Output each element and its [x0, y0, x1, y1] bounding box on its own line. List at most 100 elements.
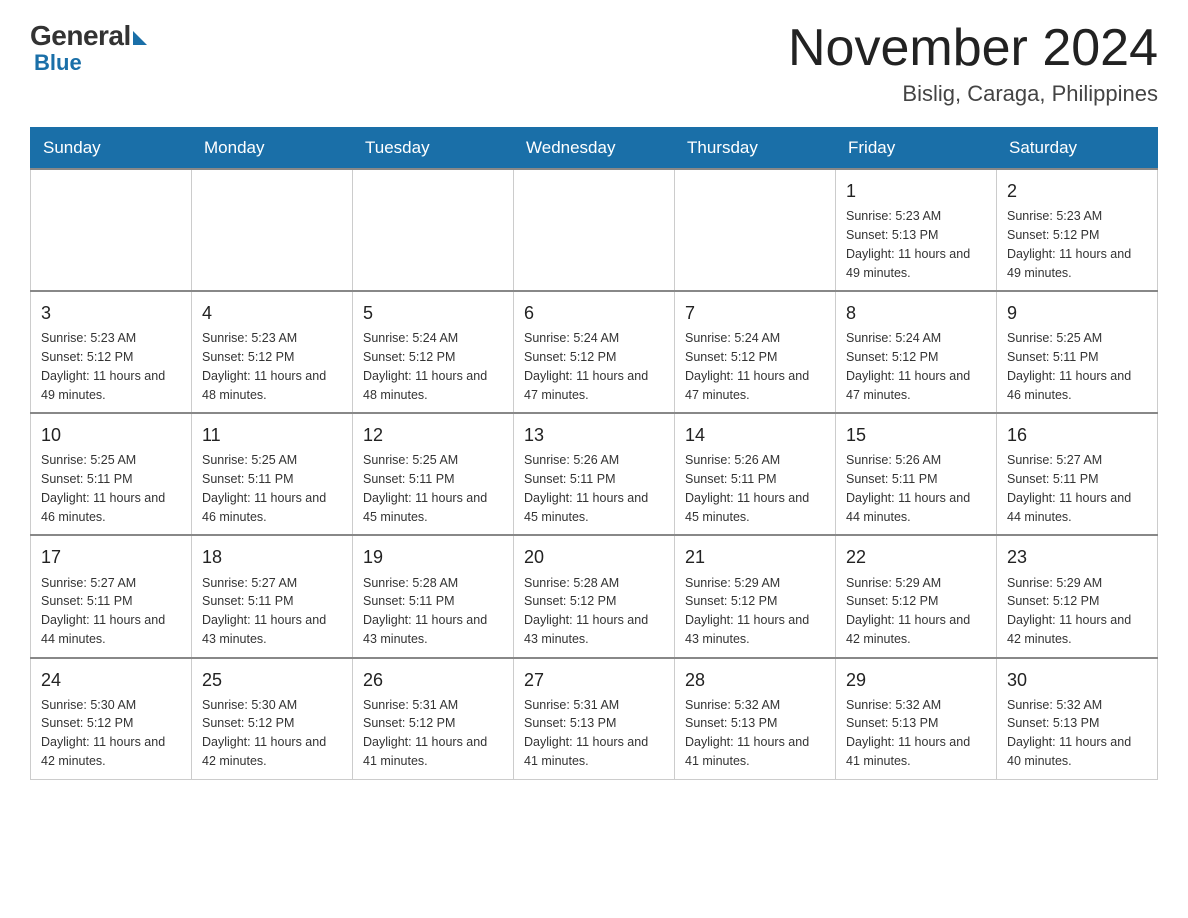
- logo-general-text: General: [30, 20, 131, 52]
- calendar-cell: [675, 169, 836, 291]
- calendar-week-row: 17 Sunrise: 5:27 AMSunset: 5:11 PMDayligh…: [31, 535, 1158, 657]
- day-number: 20: [524, 544, 664, 570]
- day-info: Sunrise: 5:23 AMSunset: 5:12 PMDaylight:…: [41, 329, 181, 404]
- calendar-cell: 1 Sunrise: 5:23 AMSunset: 5:13 PMDaylight…: [836, 169, 997, 291]
- day-number: 27: [524, 667, 664, 693]
- calendar-cell: 16Sunrise: 5:27 AMSunset: 5:11 PMDayligh…: [997, 413, 1158, 535]
- calendar-cell: 17 Sunrise: 5:27 AMSunset: 5:11 PMDayligh…: [31, 535, 192, 657]
- day-info: Sunrise: 5:24 AMSunset: 5:12 PMDaylight:…: [685, 329, 825, 404]
- day-info: Sunrise: 5:27 AMSunset: 5:11 PMDaylight:…: [41, 574, 181, 649]
- calendar-cell: [353, 169, 514, 291]
- calendar-cell: 28 Sunrise: 5:32 AMSunset: 5:13 PMDayligh…: [675, 658, 836, 780]
- day-info: Sunrise: 5:29 AMSunset: 5:12 PMDaylight:…: [1007, 574, 1147, 649]
- day-info: Sunrise: 5:27 AMSunset: 5:11 PMDaylight:…: [202, 574, 342, 649]
- calendar-cell: 23 Sunrise: 5:29 AMSunset: 5:12 PMDayligh…: [997, 535, 1158, 657]
- day-number: 17: [41, 544, 181, 570]
- calendar-cell: 3 Sunrise: 5:23 AMSunset: 5:12 PMDaylight…: [31, 291, 192, 413]
- day-info: Sunrise: 5:32 AMSunset: 5:13 PMDaylight:…: [1007, 696, 1147, 771]
- header: General Blue November 2024 Bislig, Carag…: [30, 20, 1158, 107]
- day-info: Sunrise: 5:25 AMSunset: 5:11 PMDaylight:…: [41, 451, 181, 526]
- day-info: Sunrise: 5:32 AMSunset: 5:13 PMDaylight:…: [685, 696, 825, 771]
- calendar-cell: 24 Sunrise: 5:30 AMSunset: 5:12 PMDayligh…: [31, 658, 192, 780]
- calendar-week-row: 10 Sunrise: 5:25 AMSunset: 5:11 PMDayligh…: [31, 413, 1158, 535]
- day-number: 29: [846, 667, 986, 693]
- calendar-cell: 27 Sunrise: 5:31 AMSunset: 5:13 PMDayligh…: [514, 658, 675, 780]
- day-info: Sunrise: 5:28 AMSunset: 5:12 PMDaylight:…: [524, 574, 664, 649]
- day-number: 5: [363, 300, 503, 326]
- calendar-cell: 12Sunrise: 5:25 AMSunset: 5:11 PMDayligh…: [353, 413, 514, 535]
- col-header-monday: Monday: [192, 128, 353, 170]
- day-number: 21: [685, 544, 825, 570]
- col-header-thursday: Thursday: [675, 128, 836, 170]
- day-info: Sunrise: 5:26 AMSunset: 5:11 PMDaylight:…: [685, 451, 825, 526]
- day-number: 13: [524, 422, 664, 448]
- day-info: Sunrise: 5:24 AMSunset: 5:12 PMDaylight:…: [524, 329, 664, 404]
- calendar-cell: 22 Sunrise: 5:29 AMSunset: 5:12 PMDayligh…: [836, 535, 997, 657]
- day-number: 4: [202, 300, 342, 326]
- calendar-header-row: SundayMondayTuesdayWednesdayThursdayFrid…: [31, 128, 1158, 170]
- day-info: Sunrise: 5:29 AMSunset: 5:12 PMDaylight:…: [846, 574, 986, 649]
- day-info: Sunrise: 5:27 AMSunset: 5:11 PMDaylight:…: [1007, 451, 1147, 526]
- day-number: 24: [41, 667, 181, 693]
- day-number: 18: [202, 544, 342, 570]
- calendar-cell: 13 Sunrise: 5:26 AMSunset: 5:11 PMDayligh…: [514, 413, 675, 535]
- day-number: 19: [363, 544, 503, 570]
- day-info: Sunrise: 5:30 AMSunset: 5:12 PMDaylight:…: [202, 696, 342, 771]
- day-number: 1: [846, 178, 986, 204]
- col-header-tuesday: Tuesday: [353, 128, 514, 170]
- col-header-friday: Friday: [836, 128, 997, 170]
- calendar-cell: 6Sunrise: 5:24 AMSunset: 5:12 PMDaylight…: [514, 291, 675, 413]
- day-info: Sunrise: 5:24 AMSunset: 5:12 PMDaylight:…: [846, 329, 986, 404]
- day-number: 25: [202, 667, 342, 693]
- day-number: 3: [41, 300, 181, 326]
- calendar-week-row: 1 Sunrise: 5:23 AMSunset: 5:13 PMDaylight…: [31, 169, 1158, 291]
- day-number: 10: [41, 422, 181, 448]
- day-info: Sunrise: 5:25 AMSunset: 5:11 PMDaylight:…: [1007, 329, 1147, 404]
- day-number: 8: [846, 300, 986, 326]
- calendar-cell: 26 Sunrise: 5:31 AMSunset: 5:12 PMDayligh…: [353, 658, 514, 780]
- day-info: Sunrise: 5:29 AMSunset: 5:12 PMDaylight:…: [685, 574, 825, 649]
- calendar-cell: 9 Sunrise: 5:25 AMSunset: 5:11 PMDaylight…: [997, 291, 1158, 413]
- day-info: Sunrise: 5:30 AMSunset: 5:12 PMDaylight:…: [41, 696, 181, 771]
- calendar-cell: 5 Sunrise: 5:24 AMSunset: 5:12 PMDaylight…: [353, 291, 514, 413]
- calendar-cell: [514, 169, 675, 291]
- calendar-cell: 11Sunrise: 5:25 AMSunset: 5:11 PMDayligh…: [192, 413, 353, 535]
- calendar-cell: [31, 169, 192, 291]
- calendar-cell: 30 Sunrise: 5:32 AMSunset: 5:13 PMDayligh…: [997, 658, 1158, 780]
- day-number: 15: [846, 422, 986, 448]
- logo-triangle-icon: [133, 31, 147, 45]
- day-number: 9: [1007, 300, 1147, 326]
- day-number: 26: [363, 667, 503, 693]
- calendar-cell: 7Sunrise: 5:24 AMSunset: 5:12 PMDaylight…: [675, 291, 836, 413]
- day-info: Sunrise: 5:26 AMSunset: 5:11 PMDaylight:…: [524, 451, 664, 526]
- day-number: 23: [1007, 544, 1147, 570]
- col-header-wednesday: Wednesday: [514, 128, 675, 170]
- day-info: Sunrise: 5:26 AMSunset: 5:11 PMDaylight:…: [846, 451, 986, 526]
- calendar-cell: 19 Sunrise: 5:28 AMSunset: 5:11 PMDayligh…: [353, 535, 514, 657]
- day-info: Sunrise: 5:31 AMSunset: 5:13 PMDaylight:…: [524, 696, 664, 771]
- day-number: 28: [685, 667, 825, 693]
- calendar-cell: 18 Sunrise: 5:27 AMSunset: 5:11 PMDayligh…: [192, 535, 353, 657]
- calendar-cell: 29Sunrise: 5:32 AMSunset: 5:13 PMDayligh…: [836, 658, 997, 780]
- day-number: 14: [685, 422, 825, 448]
- calendar-cell: [192, 169, 353, 291]
- calendar-cell: 4Sunrise: 5:23 AMSunset: 5:12 PMDaylight…: [192, 291, 353, 413]
- month-title: November 2024: [788, 20, 1158, 77]
- day-info: Sunrise: 5:31 AMSunset: 5:12 PMDaylight:…: [363, 696, 503, 771]
- day-info: Sunrise: 5:24 AMSunset: 5:12 PMDaylight:…: [363, 329, 503, 404]
- calendar-week-row: 3 Sunrise: 5:23 AMSunset: 5:12 PMDaylight…: [31, 291, 1158, 413]
- day-number: 22: [846, 544, 986, 570]
- day-info: Sunrise: 5:25 AMSunset: 5:11 PMDaylight:…: [202, 451, 342, 526]
- day-info: Sunrise: 5:23 AMSunset: 5:13 PMDaylight:…: [846, 207, 986, 282]
- title-area: November 2024 Bislig, Caraga, Philippine…: [788, 20, 1158, 107]
- calendar-cell: 10 Sunrise: 5:25 AMSunset: 5:11 PMDayligh…: [31, 413, 192, 535]
- calendar-cell: 21 Sunrise: 5:29 AMSunset: 5:12 PMDayligh…: [675, 535, 836, 657]
- day-number: 2: [1007, 178, 1147, 204]
- calendar-cell: 14 Sunrise: 5:26 AMSunset: 5:11 PMDayligh…: [675, 413, 836, 535]
- logo-blue-text: Blue: [34, 50, 82, 76]
- day-number: 30: [1007, 667, 1147, 693]
- calendar-cell: 8 Sunrise: 5:24 AMSunset: 5:12 PMDaylight…: [836, 291, 997, 413]
- calendar-week-row: 24 Sunrise: 5:30 AMSunset: 5:12 PMDayligh…: [31, 658, 1158, 780]
- day-info: Sunrise: 5:23 AMSunset: 5:12 PMDaylight:…: [1007, 207, 1147, 282]
- day-info: Sunrise: 5:28 AMSunset: 5:11 PMDaylight:…: [363, 574, 503, 649]
